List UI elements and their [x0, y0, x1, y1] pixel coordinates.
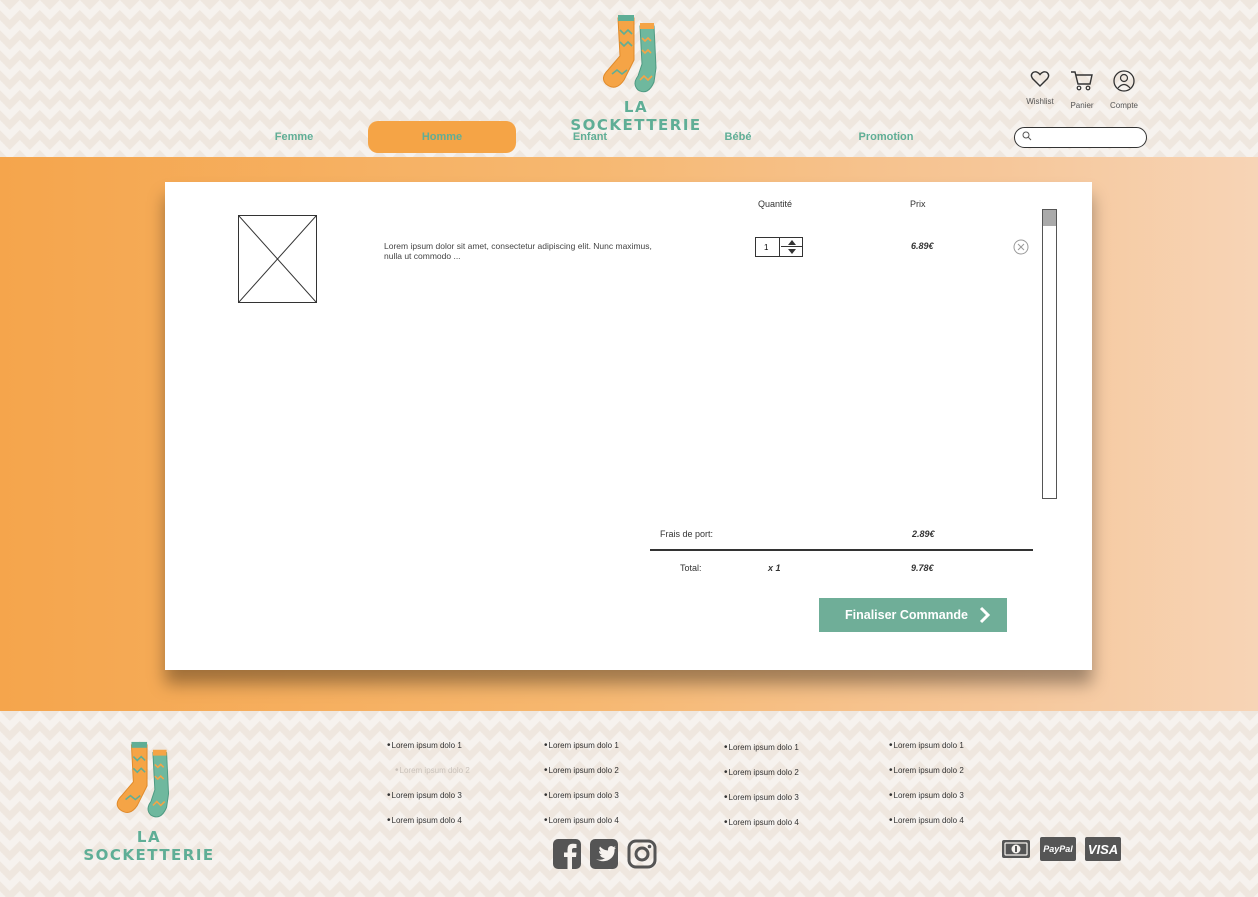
- checkout-label: Finaliser Commande: [845, 608, 968, 622]
- quantity-column-header: Quantité: [758, 199, 793, 209]
- twitter-icon[interactable]: [590, 839, 618, 869]
- footer-link[interactable]: Lorem ipsum dolo 1: [544, 740, 619, 765]
- footer-link[interactable]: Lorem ipsum dolo 2: [544, 765, 619, 790]
- socks-logo-icon: [116, 741, 170, 818]
- facebook-icon[interactable]: [553, 839, 581, 869]
- site-footer: LA SOCKETTERIE Lorem ipsum dolo 1 Lorem …: [0, 711, 1258, 897]
- cash-icon: [1002, 840, 1030, 858]
- paypal-badge: PayPal: [1040, 837, 1076, 861]
- user-icon: [1113, 70, 1135, 92]
- footer-links-col-1: Lorem ipsum dolo 1 Lorem ipsum dolo 2 Lo…: [387, 740, 470, 840]
- search-box[interactable]: [1014, 127, 1147, 148]
- account-label: Compte: [1109, 101, 1138, 110]
- arrow-down-icon: [788, 249, 796, 254]
- price-column-header: Prix: [910, 199, 926, 209]
- heart-icon: [1030, 71, 1050, 87]
- footer-link[interactable]: Lorem ipsum dolo 4: [889, 815, 964, 840]
- footer-links-col-2: Lorem ipsum dolo 1 Lorem ipsum dolo 2 Lo…: [544, 740, 619, 840]
- account-link[interactable]: Compte: [1108, 70, 1140, 110]
- footer-link[interactable]: Lorem ipsum dolo 2: [387, 765, 470, 790]
- social-links: [553, 839, 657, 869]
- quantity-stepper[interactable]: [755, 237, 803, 257]
- item-price: 6.89€: [911, 241, 934, 251]
- footer-links-col-4: Lorem ipsum dolo 1 Lorem ipsum dolo 2 Lo…: [889, 740, 964, 840]
- socks-logo-icon: [602, 15, 657, 93]
- total-value: 9.78€: [911, 563, 934, 573]
- close-circle-icon: [1013, 239, 1029, 255]
- scrollbar-thumb[interactable]: [1043, 210, 1056, 226]
- payment-methods: PayPal VISA: [1001, 837, 1121, 861]
- product-image-placeholder[interactable]: [238, 215, 317, 303]
- footer-links-col-3: Lorem ipsum dolo 1 Lorem ipsum dolo 2 Lo…: [724, 742, 799, 842]
- product-description[interactable]: Lorem ipsum dolor sit amet, consectetur …: [384, 241, 654, 261]
- footer-link[interactable]: Lorem ipsum dolo 4: [544, 815, 619, 840]
- footer-link[interactable]: Lorem ipsum dolo 1: [889, 740, 964, 765]
- checkout-button[interactable]: Finaliser Commande: [819, 598, 1007, 632]
- instagram-icon[interactable]: [627, 839, 657, 869]
- account-icons: Wishlist Panier Compte: [1024, 70, 1140, 110]
- search-input[interactable]: [1035, 130, 1141, 144]
- footer-link[interactable]: Lorem ipsum dolo 3: [544, 790, 619, 815]
- footer-brand-name: LA SOCKETTERIE: [83, 828, 215, 864]
- quantity-input[interactable]: [756, 238, 780, 256]
- image-placeholder-icon: [238, 215, 317, 303]
- quantity-increase-button[interactable]: [781, 238, 803, 247]
- nav-item-enfant[interactable]: Enfant: [516, 121, 664, 153]
- cart-icon: [1071, 71, 1093, 91]
- cart-panel: Quantité Prix Lorem ipsum dolor sit amet…: [165, 182, 1092, 670]
- totals-divider: [650, 549, 1033, 551]
- shipping-label: Frais de port:: [660, 529, 714, 539]
- footer-link[interactable]: Lorem ipsum dolo 2: [889, 765, 964, 790]
- nav-item-bebe[interactable]: Bébé: [664, 121, 812, 153]
- cart-label: Panier: [1070, 101, 1094, 110]
- footer-link[interactable]: Lorem ipsum dolo 1: [724, 742, 799, 767]
- wishlist-link[interactable]: Wishlist: [1024, 70, 1056, 110]
- total-label: Total:: [680, 563, 702, 573]
- quantity-decrease-button[interactable]: [781, 247, 803, 256]
- site-header: LA SOCKETTERIE Wishlist Panier Compte Fe…: [0, 0, 1258, 157]
- footer-link[interactable]: Lorem ipsum dolo 1: [387, 740, 470, 765]
- footer-link[interactable]: Lorem ipsum dolo 3: [889, 790, 964, 815]
- search-icon: [1022, 131, 1032, 141]
- cart-scrollbar[interactable]: [1042, 209, 1057, 499]
- nav-item-homme[interactable]: Homme: [368, 121, 516, 153]
- chevron-right-icon: [979, 606, 991, 624]
- arrow-up-icon: [788, 239, 796, 245]
- cart-link[interactable]: Panier: [1066, 70, 1098, 110]
- footer-link[interactable]: Lorem ipsum dolo 2: [724, 767, 799, 792]
- shipping-value: 2.89€: [912, 529, 935, 539]
- wishlist-label: Wishlist: [1026, 97, 1054, 106]
- remove-item-button[interactable]: [1013, 239, 1029, 260]
- footer-logo[interactable]: LA SOCKETTERIE: [74, 739, 224, 864]
- nav-item-promotion[interactable]: Promotion: [812, 121, 960, 153]
- footer-link[interactable]: Lorem ipsum dolo 4: [387, 815, 470, 840]
- footer-link[interactable]: Lorem ipsum dolo 3: [724, 792, 799, 817]
- footer-link[interactable]: Lorem ipsum dolo 4: [724, 817, 799, 842]
- total-count: x 1: [768, 563, 781, 573]
- footer-link[interactable]: Lorem ipsum dolo 3: [387, 790, 470, 815]
- main-nav: Femme Homme Enfant Bébé Promotion: [220, 121, 960, 153]
- visa-badge: VISA: [1085, 837, 1121, 861]
- nav-item-femme[interactable]: Femme: [220, 121, 368, 153]
- brand-logo[interactable]: LA SOCKETTERIE: [556, 12, 716, 134]
